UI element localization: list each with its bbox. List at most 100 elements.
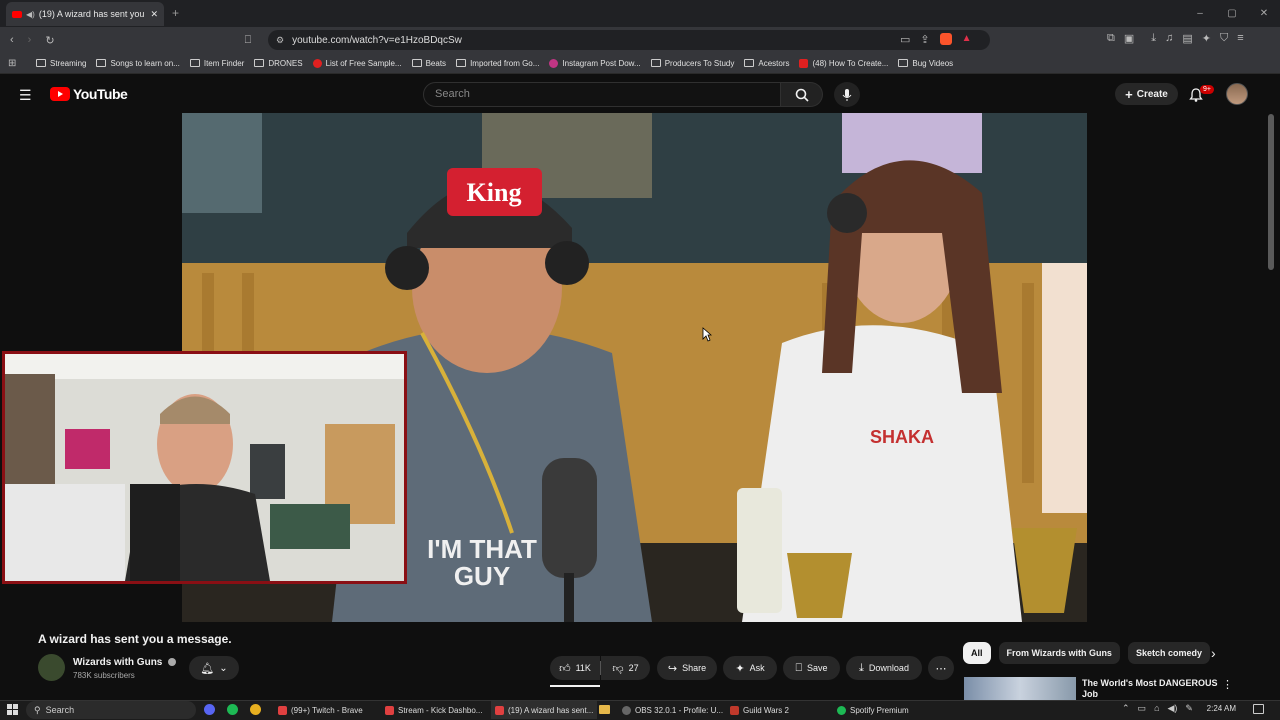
- leo-ai-icon[interactable]: ✦: [1202, 32, 1211, 45]
- close-window-button[interactable]: ✕: [1248, 0, 1280, 27]
- like-button[interactable]: 👍︎ 11K: [550, 656, 600, 680]
- taskbar-item[interactable]: (99+) Twitch - Brave: [278, 701, 363, 719]
- bookmark-label: Bug Videos: [912, 58, 954, 68]
- browser-tab[interactable]: ◀) (19) A wizard has sent you a ✕: [6, 2, 164, 26]
- bookmark-item[interactable]: Bug Videos: [898, 59, 953, 68]
- brave-rewards-icon[interactable]: ▲: [962, 33, 972, 46]
- taskbar-item[interactable]: Stream - Kick Dashbo...: [385, 701, 482, 719]
- youtube-logo[interactable]: YouTube: [50, 86, 128, 102]
- search-button[interactable]: [781, 82, 823, 107]
- chevron-right-icon[interactable]: ›: [1211, 645, 1216, 661]
- hamburger-menu-icon[interactable]: ☰: [19, 87, 32, 104]
- close-tab-icon[interactable]: ✕: [150, 9, 158, 20]
- file-explorer-icon[interactable]: [599, 705, 610, 714]
- vpn-icon[interactable]: ⛉: [1220, 32, 1228, 45]
- chevron-up-icon[interactable]: ⌃: [1122, 703, 1130, 714]
- dislike-button[interactable]: 👎︎ 27: [601, 656, 650, 680]
- wallet-icon[interactable]: ▤: [1182, 32, 1192, 45]
- taskbar-item[interactable]: OBS 32.0.1 - Profile: U...: [622, 701, 723, 719]
- minimize-button[interactable]: –: [1184, 0, 1216, 27]
- subscription-bell-button[interactable]: 🔔︎ ⌄: [189, 656, 239, 680]
- bookmark-label: Beats: [425, 58, 447, 68]
- taskbar-item-label: Spotify Premium: [850, 705, 909, 715]
- account-avatar[interactable]: [1226, 83, 1248, 105]
- bookmark-item[interactable]: Imported from Go...: [456, 59, 539, 68]
- address-bar[interactable]: ⚙ youtube.com/watch?v=e1HzoBDqcSw: [268, 30, 990, 50]
- apps-grid-icon[interactable]: ⊞: [8, 58, 16, 69]
- folder-icon: [898, 59, 909, 67]
- bookmark-page-icon[interactable]: ⎕: [245, 34, 252, 47]
- network-icon[interactable]: ⌂: [1154, 703, 1159, 714]
- ask-button[interactable]: ✦ Ask: [723, 656, 777, 680]
- bookmark-item[interactable]: DRONES: [254, 59, 303, 68]
- bookmark-label: Instagram Post Dow...: [562, 58, 641, 68]
- taskbar-item[interactable]: Guild Wars 2: [730, 701, 789, 719]
- notification-center-icon[interactable]: [1253, 704, 1264, 714]
- menu-icon[interactable]: ≡: [1237, 32, 1243, 45]
- bookmark-item[interactable]: List of Free Sample...: [312, 58, 402, 68]
- downloads-icon[interactable]: ⤓: [1151, 32, 1156, 45]
- chip-all[interactable]: All: [963, 642, 991, 664]
- display-icon[interactable]: ▭: [1138, 703, 1147, 714]
- taskbar-clock[interactable]: 2:24 AM: [1207, 704, 1236, 713]
- taskbar-item[interactable]: Spotify Premium: [837, 701, 909, 719]
- save-button[interactable]: ⎕ Save: [783, 656, 840, 680]
- share-page-icon[interactable]: ⇪: [920, 33, 929, 46]
- bookmark-item[interactable]: Songs to learn on...: [96, 59, 180, 68]
- taskbar-item[interactable]: (19) A wizard has sent...: [491, 701, 598, 719]
- volume-icon[interactable]: ◀): [1168, 703, 1178, 714]
- webcam-frame: [5, 354, 404, 581]
- audio-icon[interactable]: ◀): [26, 10, 35, 19]
- forward-icon[interactable]: ›: [28, 34, 32, 46]
- share-label: Share: [682, 663, 707, 673]
- brave-shield-icon[interactable]: [939, 33, 952, 45]
- bookmark-item[interactable]: Beats: [411, 58, 447, 68]
- recommendation-chips: All From Wizards with Guns Sketch comedy: [963, 642, 1210, 664]
- sparkle-icon: ✦: [735, 662, 745, 675]
- bookmark-item[interactable]: Producers To Study: [650, 58, 735, 68]
- search-input[interactable]: Search: [423, 82, 781, 107]
- recommendation-more-icon[interactable]: ⋮: [1222, 678, 1233, 691]
- dislike-count: 27: [628, 663, 639, 673]
- window-controls: – ▢ ✕: [1184, 0, 1280, 27]
- media-icon[interactable]: ♫: [1165, 32, 1173, 45]
- pen-icon[interactable]: ✎: [1185, 703, 1193, 714]
- back-icon[interactable]: ‹: [10, 34, 14, 46]
- cast-icon[interactable]: ▭: [900, 33, 910, 46]
- bookmark-item[interactable]: Streaming: [36, 59, 86, 68]
- download-label: Download: [868, 663, 909, 673]
- chrome-icon[interactable]: [250, 704, 261, 715]
- chip-from-channel[interactable]: From Wizards with Guns: [998, 642, 1120, 664]
- windows-start-icon[interactable]: [7, 704, 18, 715]
- download-button[interactable]: ⤓ Download: [846, 656, 922, 680]
- channel-name[interactable]: Wizards with Guns: [73, 657, 177, 668]
- site-info-icon[interactable]: ⚙: [276, 35, 284, 46]
- bookmark-item[interactable]: Instagram Post Dow...: [549, 58, 641, 68]
- channel-avatar[interactable]: [38, 654, 65, 681]
- spotify-icon[interactable]: [227, 704, 238, 715]
- recommendation-title[interactable]: The World's Most DANGEROUS Job: [1082, 678, 1222, 700]
- like-progress-bar: [550, 685, 600, 687]
- page-scrollbar[interactable]: [1268, 114, 1274, 270]
- extensions-icon[interactable]: ⧉: [1107, 32, 1115, 45]
- bookmark-label: Producers To Study: [664, 58, 735, 68]
- bookmark-item[interactable]: Item Finder: [189, 59, 244, 68]
- recommendation-thumbnail[interactable]: [964, 677, 1076, 700]
- reload-icon[interactable]: ↻: [45, 34, 54, 47]
- shirt-text-line1: I'M THAT: [427, 534, 537, 564]
- share-button[interactable]: ↪ Share: [657, 656, 717, 680]
- more-actions-button[interactable]: ⋯: [928, 656, 954, 680]
- chip-sketch-comedy[interactable]: Sketch comedy: [1127, 642, 1210, 664]
- site-icon: [312, 58, 322, 68]
- taskbar-search[interactable]: ⚲ Search: [26, 701, 196, 719]
- create-button[interactable]: + Create: [1115, 83, 1178, 105]
- maximize-button[interactable]: ▢: [1216, 0, 1248, 27]
- search-icon: [795, 88, 809, 102]
- bookmark-item[interactable]: Acestors: [744, 59, 789, 68]
- more-icon: ⋯: [935, 662, 947, 675]
- voice-search-button[interactable]: [834, 82, 860, 107]
- bookmark-item[interactable]: (48) How To Create...: [799, 58, 888, 68]
- new-tab-button[interactable]: +: [172, 6, 179, 20]
- discord-icon[interactable]: [204, 704, 215, 715]
- screenshot-icon[interactable]: ▣: [1124, 32, 1134, 45]
